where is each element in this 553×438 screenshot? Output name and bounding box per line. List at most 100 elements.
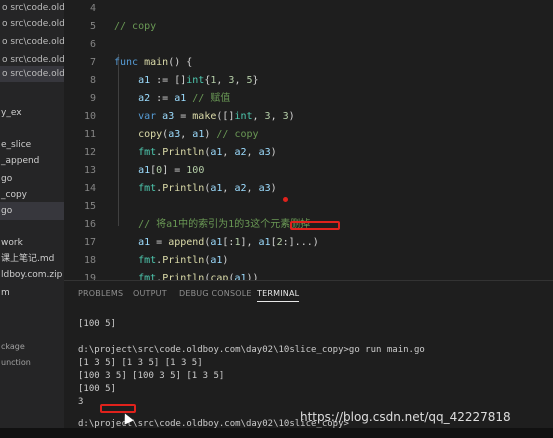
code-token: ) [270,147,277,158]
code-token: main [144,57,169,68]
tab-terminal[interactable]: TERMINAL [257,289,300,302]
code-token: :]...) [282,237,319,248]
watermark: https://blog.csdn.net/qq_42227818 [300,410,511,424]
tab-debug-console[interactable]: DEBUG CONSOLE [179,289,252,298]
code-line[interactable]: 9 a2 := a1 // 赋值 [64,90,553,108]
code-token: a3 [258,183,271,194]
code-line[interactable]: 14 fmt.Println(a1, a2, a3) [64,180,553,198]
code-line[interactable]: 15 [64,198,553,216]
code-token: func [114,57,145,68]
code-token: fmt [114,255,157,266]
code-token: = [174,111,193,122]
code-token: Println [162,183,205,194]
code-token: Println [162,255,205,266]
line-number: 7 [89,57,96,68]
code-token: Println [162,147,205,158]
file-tree-item[interactable]: y_ex [0,104,64,122]
terminal-line: [1 3 5] [1 3 5] [1 3 5] [78,358,203,368]
code-editor[interactable]: 4 5// copy 6 7 func main() { 8 a1 := []int{1,… [64,0,553,320]
outline-item[interactable]: ckage [0,340,64,354]
code-token: a2 [234,147,247,158]
explorer-sidebar: o src\code.old...o src\code.old...o src\… [0,0,64,438]
outline-item[interactable]: unction [0,356,64,370]
code-token: // 将a1中的索引为1的3这个元素删掉 [114,219,311,230]
code-text: a2 := a1 // 赋值 [114,90,230,108]
code-text: fmt.Println(a1, a2, a3) [114,180,277,198]
file-tree-item[interactable]: go [0,202,64,220]
code-token: ([] [216,111,235,122]
tab-output[interactable]: OUTPUT [133,289,167,298]
code-token: ] = [162,165,187,176]
file-tree-item[interactable]: m [0,284,64,302]
code-token: ) [270,183,277,194]
code-token: a1 [210,255,223,266]
code-text: // 将a1中的索引为1的3这个元素删掉 [114,216,310,234]
annotation-dot [283,197,288,202]
code-text: a1 := []int{1, 3, 5} [114,72,259,90]
code-line[interactable]: 4 [64,0,553,18]
code-token: int [186,75,205,86]
open-editor-item[interactable]: o src\code.old... [0,0,64,16]
code-token: a1 [114,165,151,176]
code-token: fmt [114,147,157,158]
taskbar [0,428,553,438]
file-tree-item[interactable]: _append [0,152,64,170]
code-line[interactable]: 12 fmt.Println(a1, a2, a3) [64,144,553,162]
code-line[interactable]: 5 // copy [64,18,553,36]
code-token: a3 [168,129,181,140]
file-tree-item[interactable]: ldboy.com.zip [0,266,64,284]
code-token: , [246,147,259,158]
code-token: // 赋值 [186,93,231,104]
line-number: 11 [83,129,96,140]
code-token: = [150,237,169,248]
code-token: } [252,75,259,86]
open-editor-item[interactable]: o src\code.old... [0,34,64,50]
line-number: 15 [83,201,96,212]
line-number: 6 [89,39,96,50]
terminal-line: [100 3 5] [100 3 5] [1 3 5] [78,371,225,381]
code-token: a1 [174,93,187,104]
code-line[interactable]: 18 fmt.Println(a1) [64,252,553,270]
code-token: ) [288,111,295,122]
line-number: 18 [83,255,96,266]
code-token: ) [222,255,229,266]
code-token: a1 [114,75,151,86]
line-number: 9 [89,93,96,104]
code-line[interactable]: 11 copy(a3, a1) // copy [64,126,553,144]
line-number: 16 [83,219,96,230]
code-token: copy [114,129,163,140]
code-token: a3 [258,147,271,158]
code-line[interactable]: 17 a1 = append(a1[:1], a1[2:]...) [64,234,553,252]
code-token: a2 [114,93,151,104]
code-token: a3 [162,111,175,122]
open-editor-item[interactable]: o src\code.old... [0,16,64,32]
code-token: 100 [186,165,205,176]
code-line[interactable]: 7 func main() { [64,54,553,72]
code-text: a1[0] = 100 [114,162,204,180]
code-token: a1 [210,237,223,248]
terminal-line: d:\project\src\code.oldboy.com\day02\10s… [78,345,425,355]
code-line[interactable]: 8 a1 := []int{1, 3, 5} [64,72,553,90]
code-token: a1 [192,129,205,140]
code-text: a1 = append(a1[:1], a1[2:]...) [114,234,319,252]
code-text: // copy [114,18,156,36]
tab-problems[interactable]: PROBLEMS [78,289,123,298]
code-token: make [192,111,217,122]
code-line[interactable]: 10 var a3 = make([]int, 3, 3) [64,108,553,126]
code-token: a1 [114,237,151,248]
code-line[interactable]: 6 [64,36,553,54]
code-line[interactable]: 13 a1[0] = 100 [64,162,553,180]
code-token: int [234,111,253,122]
code-token: () { [168,57,193,68]
annotation-box-terminal [100,404,136,413]
line-number: 8 [89,75,96,86]
line-number: 12 [83,147,96,158]
open-editor-item[interactable]: o src\code.old... [0,66,64,82]
code-token: , [234,75,247,86]
code-token: := [] [150,75,187,86]
code-text: var a3 = make([]int, 3, 3) [114,108,295,126]
annotation-box-editor [290,221,340,230]
code-token: // copy [114,21,157,32]
code-token: [: [222,237,235,248]
line-number: 13 [83,165,96,176]
